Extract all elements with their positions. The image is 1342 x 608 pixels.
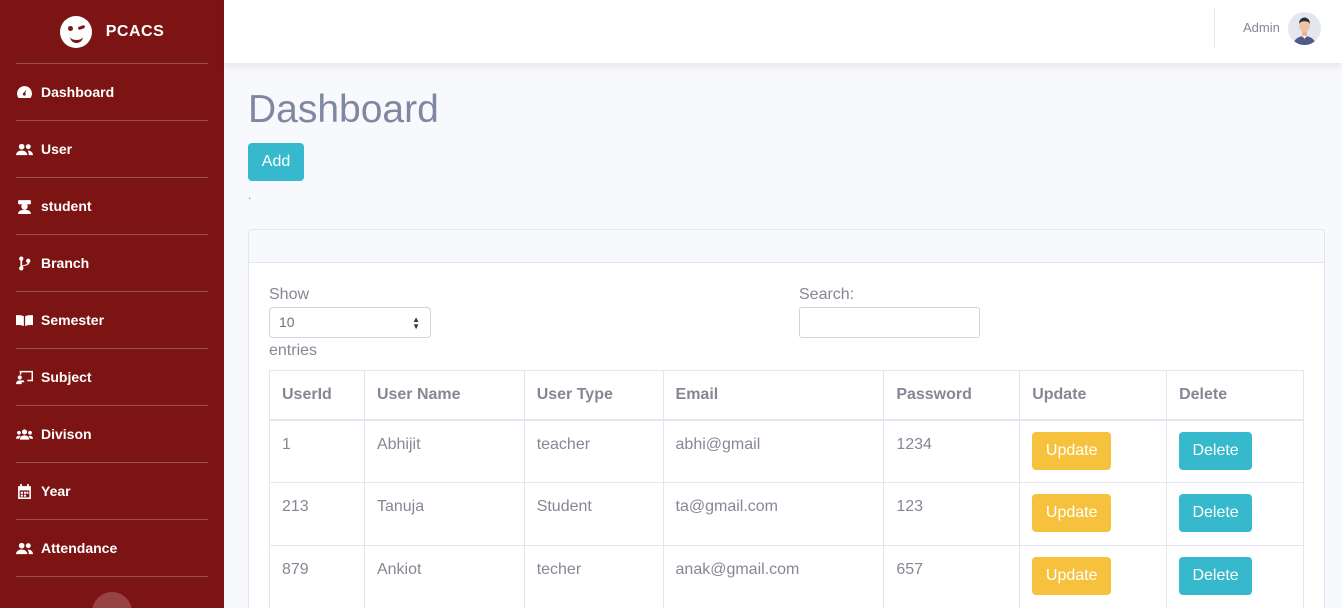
table-row: 1 Abhijit teacher abhi@gmail 1234 Update… bbox=[269, 419, 1304, 483]
show-label: Show bbox=[269, 286, 310, 303]
sidebar-item-subject[interactable]: Subject bbox=[0, 349, 224, 405]
sidebar-divider bbox=[16, 576, 208, 577]
sidebar-toggle-button[interactable] bbox=[92, 592, 132, 608]
entries-length-select[interactable]: 10 ▲ ▼ bbox=[269, 307, 431, 338]
sidebar-item-attendance[interactable]: Attendance bbox=[0, 520, 224, 576]
sidebar-item-semester[interactable]: Semester bbox=[0, 292, 224, 348]
topbar: Admin bbox=[224, 0, 1342, 63]
column-header-delete[interactable]: Delete bbox=[1166, 370, 1304, 421]
laugh-wink-icon bbox=[59, 15, 92, 48]
column-header-update[interactable]: Update bbox=[1019, 370, 1168, 421]
search-input[interactable] bbox=[799, 307, 980, 338]
avatar[interactable] bbox=[1288, 12, 1321, 45]
entries-label: entries bbox=[269, 342, 318, 359]
sidebar-item-label: User bbox=[41, 141, 73, 157]
cell-update: Update bbox=[1019, 419, 1168, 483]
users-group-icon bbox=[16, 428, 33, 440]
add-button[interactable]: Add bbox=[248, 143, 304, 181]
calendar-icon bbox=[18, 483, 31, 499]
student-icon bbox=[18, 199, 31, 214]
column-header-userid[interactable]: UserId bbox=[269, 370, 365, 421]
cell-delete: Delete bbox=[1166, 419, 1304, 483]
entries-length-value: 10 bbox=[279, 314, 295, 330]
stray-text: . bbox=[248, 188, 252, 202]
delete-button[interactable]: Delete bbox=[1179, 431, 1253, 470]
users-table: UserId User Name User Type Email Passwor… bbox=[269, 370, 1304, 608]
cell-password: 657 bbox=[883, 545, 1021, 608]
table-header-row: UserId User Name User Type Email Passwor… bbox=[269, 370, 1304, 421]
sidebar: PCACS Dashboard User student Branch Seme… bbox=[0, 0, 224, 608]
update-button[interactable]: Update bbox=[1032, 431, 1112, 470]
sidebar-item-label: Subject bbox=[41, 369, 92, 385]
sidebar-item-user[interactable]: User bbox=[0, 121, 224, 177]
sidebar-item-label: Dashboard bbox=[41, 84, 115, 100]
cell-update: Update bbox=[1019, 482, 1168, 546]
sidebar-item-label: Branch bbox=[41, 255, 90, 271]
sidebar-item-label: Divison bbox=[41, 426, 92, 442]
cell-userid: 213 bbox=[269, 482, 365, 546]
delete-button[interactable]: Delete bbox=[1179, 494, 1253, 532]
cell-password: 1234 bbox=[883, 419, 1021, 483]
sidebar-item-student[interactable]: student bbox=[0, 178, 224, 234]
cell-email: abhi@gmail bbox=[662, 419, 885, 483]
cell-email: ta@gmail.com bbox=[662, 482, 885, 546]
card-header bbox=[249, 230, 1324, 263]
users-icon bbox=[16, 143, 33, 155]
table-row: 213 Tanuja Student ta@gmail.com 123 Upda… bbox=[269, 482, 1304, 546]
cell-userid: 879 bbox=[269, 545, 365, 608]
brand-name: PCACS bbox=[105, 22, 165, 40]
book-open-icon bbox=[16, 314, 33, 326]
users-icon bbox=[16, 542, 33, 554]
search-label: Search: bbox=[799, 286, 855, 303]
user-name[interactable]: Admin bbox=[1243, 20, 1280, 35]
column-header-usertype[interactable]: User Type bbox=[523, 370, 664, 421]
sidebar-item-dashboard[interactable]: Dashboard bbox=[0, 64, 224, 120]
column-header-username[interactable]: User Name bbox=[363, 370, 525, 421]
sidebar-item-label: Year bbox=[41, 483, 71, 499]
sidebar-item-branch[interactable]: Branch bbox=[0, 235, 224, 291]
page-title: Dashboard bbox=[248, 88, 439, 131]
cell-usertype: Student bbox=[523, 482, 664, 546]
update-button[interactable]: Update bbox=[1032, 557, 1112, 595]
cell-password: 123 bbox=[883, 482, 1021, 546]
user-avatar-icon bbox=[1288, 12, 1321, 45]
cell-username: Tanuja bbox=[363, 482, 525, 546]
sidebar-item-label: student bbox=[41, 198, 92, 214]
chalkboard-icon bbox=[16, 370, 33, 384]
cell-delete: Delete bbox=[1166, 545, 1304, 608]
cell-usertype: techer bbox=[523, 545, 664, 608]
table-row: 879 Ankiot techer anak@gmail.com 657 Upd… bbox=[269, 545, 1304, 608]
cell-username: Abhijit bbox=[363, 419, 525, 483]
cell-delete: Delete bbox=[1166, 482, 1304, 546]
select-arrows-icon: ▲ ▼ bbox=[412, 315, 420, 331]
column-header-email[interactable]: Email bbox=[662, 370, 885, 421]
delete-button[interactable]: Delete bbox=[1179, 557, 1253, 595]
cell-username: Ankiot bbox=[363, 545, 525, 608]
sidebar-item-label: Semester bbox=[41, 312, 105, 328]
cell-usertype: teacher bbox=[523, 419, 664, 483]
users-card: Show 10 ▲ ▼ entries Search: UserId User N… bbox=[248, 229, 1325, 608]
column-header-password[interactable]: Password bbox=[883, 370, 1021, 421]
sidebar-item-divison[interactable]: Divison bbox=[0, 406, 224, 462]
cell-update: Update bbox=[1019, 545, 1168, 608]
brand[interactable]: PCACS bbox=[0, 0, 224, 63]
sidebar-item-label: Attendance bbox=[41, 540, 118, 556]
sidebar-item-year[interactable]: Year bbox=[0, 463, 224, 519]
code-branch-icon bbox=[19, 256, 31, 270]
cell-userid: 1 bbox=[269, 419, 365, 483]
update-button[interactable]: Update bbox=[1032, 494, 1112, 532]
topbar-divider bbox=[1214, 8, 1215, 48]
cell-email: anak@gmail.com bbox=[662, 545, 885, 608]
tachometer-icon bbox=[17, 85, 32, 98]
